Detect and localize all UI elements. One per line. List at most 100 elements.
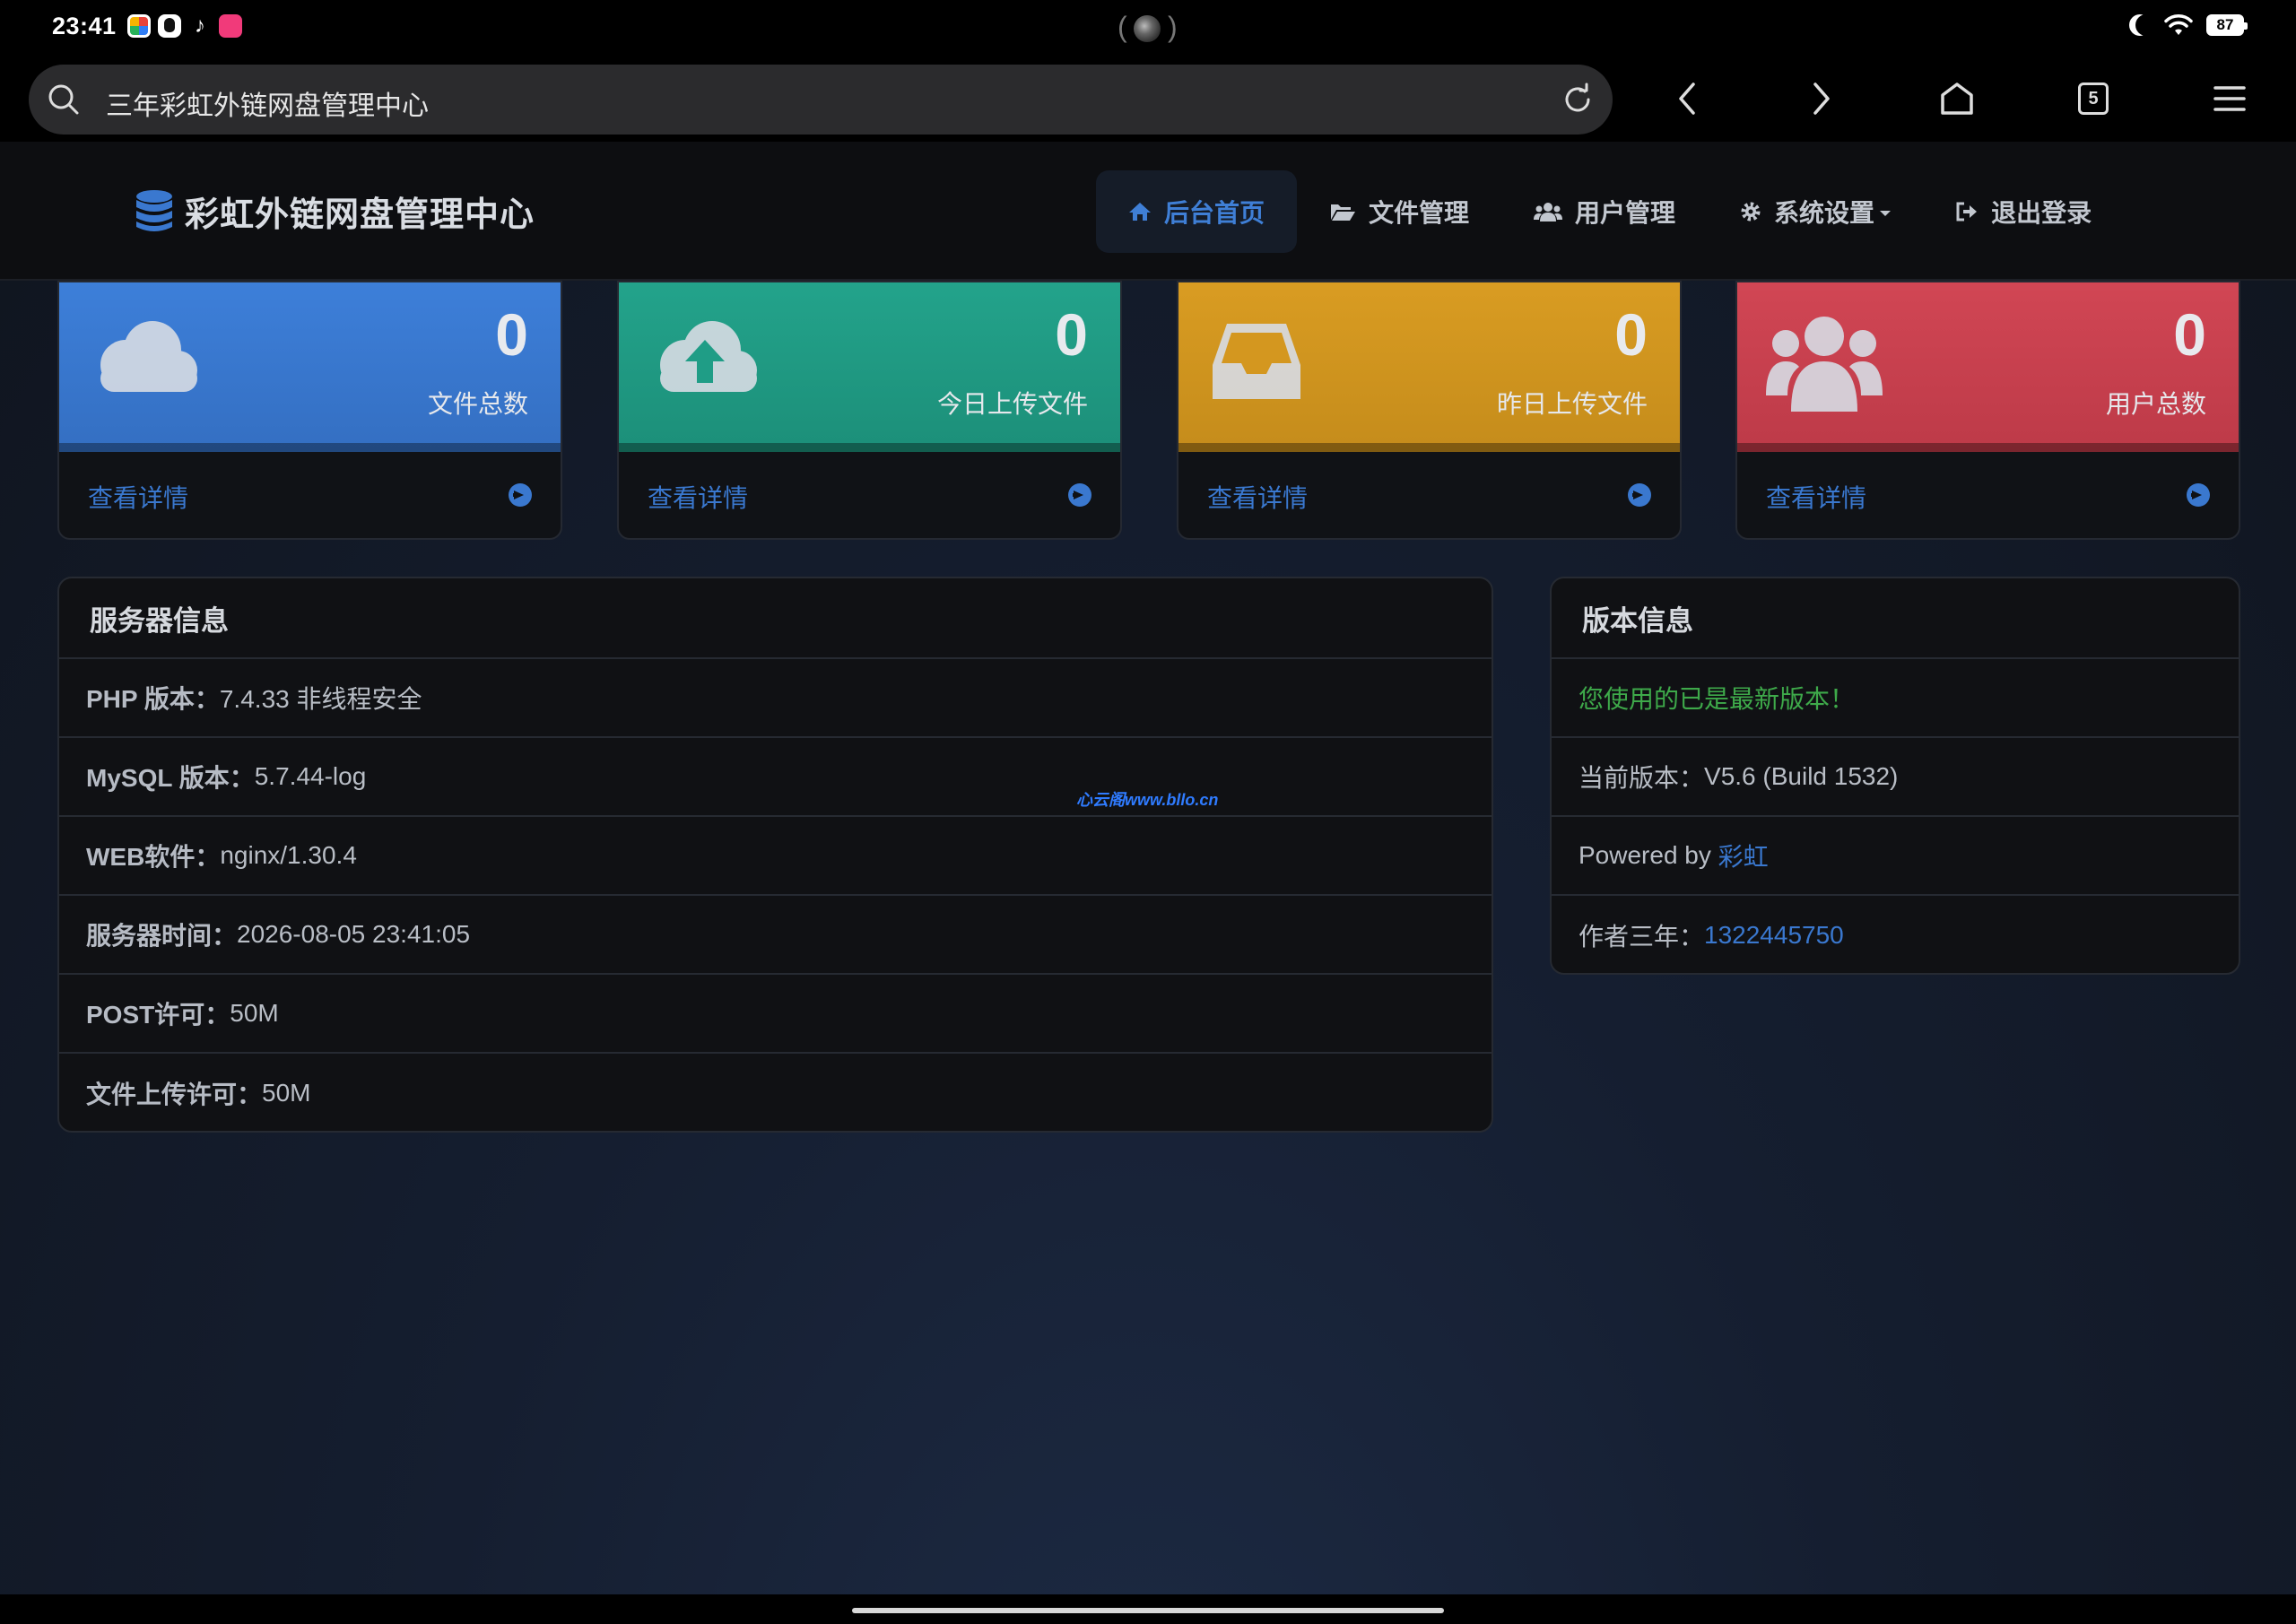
author-label: 作者三年： <box>1578 923 1705 951</box>
stat-card-header: 0 昨日上传文件 <box>1178 282 1680 452</box>
cloud-icon <box>100 321 197 392</box>
database-icon <box>136 189 172 231</box>
stat-card-header: 0 文件总数 <box>59 282 561 452</box>
nav-files[interactable]: 文件管理 <box>1297 170 1501 253</box>
reload-icon[interactable] <box>1561 83 1595 117</box>
home-icon <box>1129 203 1151 221</box>
stat-value: 0 <box>495 301 528 368</box>
current-version-label: 当前版本： <box>1578 764 1705 792</box>
nav-users[interactable]: 用户管理 <box>1501 170 1708 253</box>
web-page: 彩虹外链网盘管理中心 后台首页 文件管理 用户管理 系统设置 退出登录 0 文件… <box>0 142 2296 1594</box>
info-key: PHP 版本： <box>86 685 220 713</box>
forward-icon[interactable] <box>1808 79 1835 118</box>
status-time: 23:41 <box>52 13 117 39</box>
info-value: 7.4.33 非线程安全 <box>219 685 422 713</box>
nav-files-label: 文件管理 <box>1369 199 1470 227</box>
arrow-circle-right-icon[interactable] <box>2187 483 2210 507</box>
stat-footer[interactable]: 查看详情 <box>1178 452 1680 538</box>
author-qq-link[interactable]: 1322445750 <box>1704 921 1844 950</box>
tabs-button[interactable]: 5 <box>2078 83 2109 115</box>
brand-title: 彩虹外链网盘管理中心 <box>185 196 535 234</box>
camera-icon <box>1134 15 1161 42</box>
arrow-circle-right-icon[interactable] <box>509 483 532 507</box>
info-key: WEB软件： <box>86 843 221 871</box>
info-key: 服务器时间： <box>86 922 238 950</box>
gesture-bar <box>0 1594 2296 1624</box>
view-details-link[interactable]: 查看详情 <box>1207 479 1308 515</box>
stat-card-header: 0 今日上传文件 <box>619 282 1120 452</box>
camera-bracket-right: ) <box>1168 11 1178 43</box>
current-version-row: 当前版本： V5.6 (Build 1532) <box>1552 738 2239 817</box>
stat-label: 文件总数 <box>427 390 528 418</box>
stat-card-today-uploads: 0 今日上传文件 查看详情 <box>617 281 1122 540</box>
info-key: 文件上传许可： <box>86 1081 263 1108</box>
info-value: nginx/1.30.4 <box>220 841 357 869</box>
stat-footer[interactable]: 查看详情 <box>619 452 1120 538</box>
stat-card-yesterday-uploads: 0 昨日上传文件 查看详情 <box>1177 281 1682 540</box>
info-row-upload: 文件上传许可： 50M <box>59 1054 1492 1131</box>
stat-card-users: 0 用户总数 查看详情 <box>1735 281 2240 540</box>
panel-title: 服务器信息 <box>59 578 1492 659</box>
address-text[interactable]: 三年彩虹外链网盘管理中心 <box>106 83 429 123</box>
stat-label: 昨日上传文件 <box>1496 390 1648 418</box>
view-details-link[interactable]: 查看详情 <box>88 479 188 515</box>
version-info-panel: 版本信息 您使用的已是最新版本！ 当前版本： V5.6 (Build 1532)… <box>1550 577 2240 975</box>
info-row-post: POST许可： 50M <box>59 975 1492 1054</box>
folder-open-icon <box>1331 204 1356 221</box>
nav-home[interactable]: 后台首页 <box>1096 170 1298 253</box>
current-version-value: V5.6 (Build 1532) <box>1704 762 1899 790</box>
menu-icon[interactable] <box>2212 79 2248 118</box>
stat-footer[interactable]: 查看详情 <box>59 452 561 538</box>
battery-icon: 87 <box>2206 14 2248 36</box>
arrow-circle-right-icon[interactable] <box>1628 483 1651 507</box>
sign-out-icon <box>1956 202 1978 221</box>
stat-card-header: 0 用户总数 <box>1737 282 2239 452</box>
browser-toolbar: 三年彩虹外链网盘管理中心 5 <box>0 56 2296 142</box>
stat-value: 0 <box>2173 301 2206 368</box>
camera-cutout: ( ) <box>1118 9 1178 47</box>
home-indicator[interactable] <box>852 1608 1444 1613</box>
arrow-circle-right-icon[interactable] <box>1068 483 1091 507</box>
notification-icons: ♪ <box>127 14 242 38</box>
nav-users-label: 用户管理 <box>1575 199 1676 227</box>
info-row-web: WEB软件： nginx/1.30.4 <box>59 817 1492 896</box>
home-icon[interactable] <box>1939 79 1975 118</box>
bilibili-icon <box>219 14 242 38</box>
chevron-down-icon <box>1880 211 1892 216</box>
panel-title: 版本信息 <box>1552 578 2239 659</box>
inbox-icon <box>1213 324 1300 399</box>
view-details-link[interactable]: 查看详情 <box>1766 479 1866 515</box>
watermark: 心云阁www.bllo.cn <box>1076 791 1219 809</box>
stat-label: 用户总数 <box>2105 390 2206 418</box>
screen: 23:41 ♪ ( ) 87 三年彩虹外链网盘管理中心 5 彩虹外链网盘管理中心… <box>0 0 2296 1624</box>
author-row: 作者三年： 1322445750 <box>1552 896 2239 973</box>
gear-icon <box>1741 202 1761 221</box>
users-icon <box>1534 203 1563 221</box>
powered-by-link[interactable]: 彩虹 <box>1718 838 1769 873</box>
stat-value: 0 <box>1055 301 1088 368</box>
info-row-php: PHP 版本： 7.4.33 非线程安全 <box>59 659 1492 738</box>
stat-footer[interactable]: 查看详情 <box>1737 452 2239 538</box>
stat-card-files: 0 文件总数 查看详情 <box>57 281 562 540</box>
info-value: 50M <box>262 1079 311 1107</box>
search-icon <box>48 84 79 115</box>
nav-logout-label: 退出登录 <box>1991 199 2092 227</box>
brand[interactable]: 彩虹外链网盘管理中心 <box>135 187 535 236</box>
wifi-icon <box>2164 14 2193 35</box>
nav-settings-label: 系统设置 <box>1774 199 1875 227</box>
nav-settings[interactable]: 系统设置 <box>1708 170 1923 253</box>
info-row-time: 服务器时间： 2026-08-05 23:41:05 <box>59 896 1492 975</box>
back-icon[interactable] <box>1674 79 1700 118</box>
address-bar[interactable]: 三年彩虹外链网盘管理中心 <box>29 65 1613 135</box>
main-nav: 后台首页 文件管理 用户管理 系统设置 退出登录 <box>1096 170 2124 253</box>
powered-by-row: Powered by 彩虹 <box>1552 817 2239 896</box>
view-details-link[interactable]: 查看详情 <box>648 479 748 515</box>
users-icon <box>1766 317 1883 412</box>
info-row-mysql: MySQL 版本： 5.7.44-log <box>59 738 1492 817</box>
system-indicators: 87 <box>2129 13 2248 37</box>
nav-logout[interactable]: 退出登录 <box>1923 170 2124 253</box>
nav-home-label: 后台首页 <box>1164 199 1265 227</box>
info-key: POST许可： <box>86 1001 230 1029</box>
latest-notice-text: 您使用的已是最新版本！ <box>1578 685 1856 713</box>
stat-value: 0 <box>1614 301 1648 368</box>
